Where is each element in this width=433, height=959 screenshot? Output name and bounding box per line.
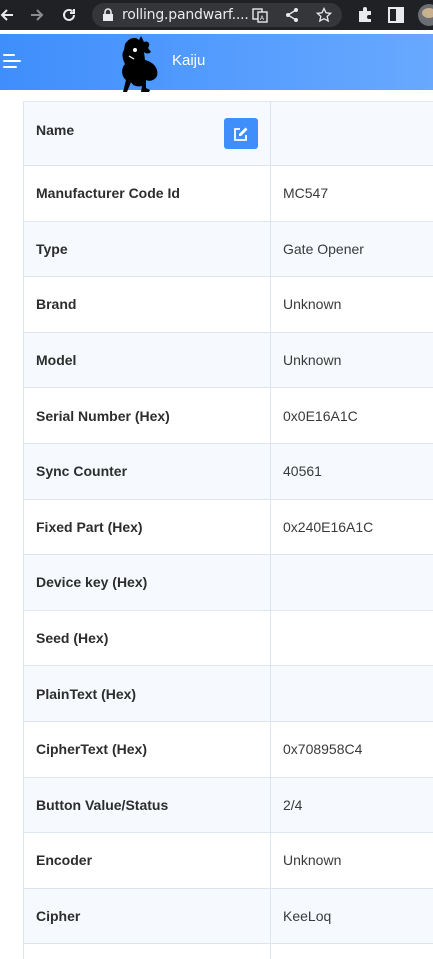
table-row: PlainText (Hex): [23, 666, 433, 722]
row-value: Unknown: [283, 852, 342, 869]
row-label: Sync Counter: [24, 443, 271, 499]
browser-toolbar: rolling.pandwarf.... A: [0, 0, 433, 30]
row-label: Fixed Part (Hex): [24, 499, 271, 555]
table-row: [23, 944, 433, 959]
row-value: [271, 611, 433, 666]
row-value: [271, 666, 433, 721]
row-label: Cipher: [24, 888, 271, 944]
reload-icon: [63, 8, 75, 21]
kaiju-logo: [122, 36, 158, 92]
hamburger-menu-icon[interactable]: [3, 54, 21, 70]
table-row: Cipher KeeLoq: [23, 888, 433, 945]
reload-button[interactable]: [58, 0, 80, 30]
arrow-right-icon: [31, 9, 44, 21]
translate-icon[interactable]: A: [252, 7, 268, 23]
sidepanel-icon[interactable]: [387, 6, 405, 24]
forward-button[interactable]: [26, 0, 48, 30]
row-value: Unknown: [283, 296, 342, 313]
table-row: Name: [23, 101, 433, 166]
row-value: Gate Opener: [283, 240, 364, 257]
row-label: Button Value/Status: [24, 777, 271, 833]
app-title: Kaiju: [172, 52, 206, 69]
row-value: [271, 944, 433, 959]
table-row: Device key (Hex): [23, 555, 433, 611]
table-row: Model Unknown: [23, 332, 433, 389]
row-value: 2/4: [283, 796, 303, 813]
row-label: Encoder: [24, 833, 271, 888]
row-label: Manufacturer Code Id: [24, 166, 271, 221]
row-label: Name: [24, 102, 271, 165]
row-label: CipherText (Hex): [24, 721, 271, 777]
puzzle-icon[interactable]: [356, 6, 374, 24]
share-icon[interactable]: [284, 7, 300, 23]
app-header: Kaiju: [0, 34, 433, 92]
edit-button[interactable]: [224, 118, 258, 149]
table-row: Encoder Unknown: [23, 833, 433, 889]
row-label: Brand: [24, 277, 271, 332]
row-label: Device key (Hex): [24, 555, 271, 610]
arrow-left-icon: [0, 9, 13, 21]
name-label: Name: [36, 122, 75, 138]
table-row: Type Gate Opener: [23, 221, 433, 278]
row-value: KeeLoq: [283, 908, 332, 925]
table-row: Seed (Hex): [23, 610, 433, 667]
address-bar[interactable]: rolling.pandwarf.... A: [92, 3, 342, 27]
table-row: Button Value/Status 2/4: [23, 777, 433, 834]
row-value: [271, 102, 433, 165]
row-label: Model: [24, 332, 271, 388]
table-row: Fixed Part (Hex) 0x240E16A1C: [23, 499, 433, 556]
row-value: 0x0E16A1C: [283, 407, 358, 424]
row-label: [24, 944, 271, 959]
table-row: Sync Counter 40561: [23, 443, 433, 500]
row-value: [271, 555, 433, 610]
row-value: MC547: [283, 185, 329, 202]
row-value: Unknown: [283, 352, 342, 369]
row-label: Type: [24, 221, 271, 277]
table-row: Manufacturer Code Id MC547: [23, 166, 433, 222]
row-label: PlainText (Hex): [24, 666, 271, 721]
device-details-table: Name Manufacturer Code Id MC547 Type Gat…: [23, 101, 433, 959]
row-value: 0x708958C4: [283, 741, 363, 758]
row-value: 0x240E16A1C: [283, 518, 374, 535]
edit-icon: [234, 127, 248, 141]
star-icon[interactable]: [316, 7, 332, 23]
avatar[interactable]: [418, 4, 433, 26]
table-row: Serial Number (Hex) 0x0E16A1C: [23, 388, 433, 444]
table-row: CipherText (Hex) 0x708958C4: [23, 721, 433, 778]
url-text: rolling.pandwarf....: [122, 7, 249, 23]
row-value: 40561: [283, 463, 322, 480]
table-row: Brand Unknown: [23, 277, 433, 333]
row-label: Serial Number (Hex): [24, 388, 271, 443]
row-label: Seed (Hex): [24, 610, 271, 666]
lock-icon: [103, 8, 113, 21]
back-button[interactable]: [0, 0, 14, 30]
